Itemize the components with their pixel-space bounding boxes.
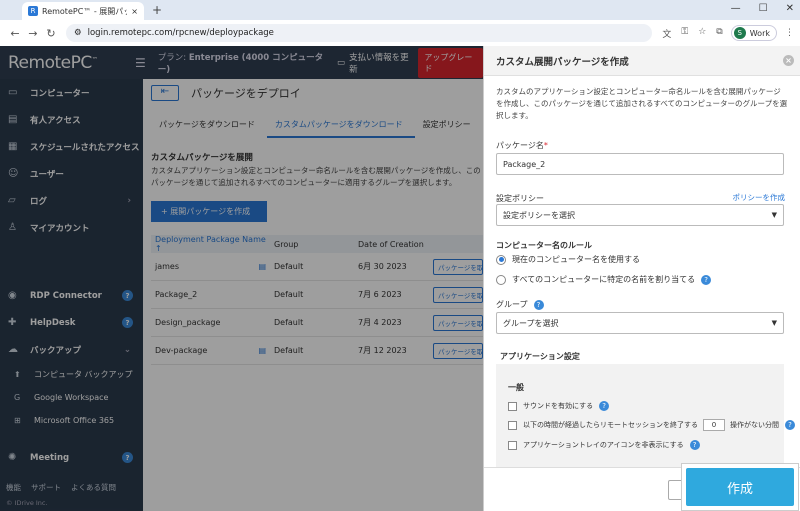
- create-package-panel: カスタム展開パッケージを作成 × カスタムのアプリケーション設定とコンピューター…: [483, 46, 800, 511]
- naming-rule-label: コンピューター名のルール: [496, 241, 592, 250]
- remotepc-favicon-icon: R: [28, 6, 38, 16]
- radio-label: すべてのコンピューターに特定の名前を割り当てる: [512, 275, 696, 284]
- help-icon[interactable]: ?: [689, 440, 700, 450]
- minimize-icon[interactable]: —: [731, 3, 741, 14]
- radio-selected: [496, 254, 506, 265]
- reload-icon[interactable]: ↻: [42, 27, 60, 40]
- general-heading: 一般: [508, 383, 524, 392]
- radio-current-name[interactable]: 現在のコンピューター名を使用する: [496, 254, 640, 265]
- policy-select[interactable]: 設定ポリシーを選択 ▼: [496, 204, 784, 226]
- dropdown-arrow-icon: ▼: [771, 211, 777, 219]
- timeout-minutes-input[interactable]: 0: [703, 419, 725, 431]
- radio-unselected: [496, 274, 506, 285]
- panel-description: カスタムのアプリケーション設定とコンピューター命名ルールを含む展開パッケージを作…: [496, 87, 788, 120]
- panel-title: カスタム展開パッケージを作成: [496, 56, 629, 68]
- tab-title: RemotePC™ - 展開パッケージ: [42, 6, 128, 16]
- address-icons: 文 ⚿ ☆ ⧉: [662, 27, 722, 40]
- help-icon[interactable]: ?: [533, 300, 544, 310]
- checkbox-label: 以下の時間が経過したらリモートセッションを終了する: [523, 421, 698, 429]
- group-select[interactable]: グループを選択 ▼: [496, 312, 784, 334]
- url-path: /rpcnew/deploypackage: [172, 28, 274, 38]
- browser-menu-icon[interactable]: ⋮: [785, 28, 794, 38]
- site-info-icon[interactable]: ⚙: [74, 28, 82, 38]
- profile-label: Work: [749, 28, 770, 38]
- app-settings-box: 一般 サウンドを有効にする? 以下の時間が経過したらリモートセッションを終了する…: [496, 364, 795, 470]
- checkbox-box: [508, 420, 517, 430]
- modal-backdrop[interactable]: [0, 46, 483, 511]
- dropdown-arrow-icon: ▼: [771, 319, 777, 327]
- translate-icon[interactable]: 文: [662, 27, 671, 40]
- new-tab-button[interactable]: +: [152, 3, 162, 17]
- checkbox-label: サウンドを有効にする: [523, 402, 594, 410]
- help-icon[interactable]: ?: [599, 401, 610, 411]
- checkbox-box: [508, 440, 517, 450]
- group-label-text: グループ: [496, 300, 528, 309]
- maximize-icon[interactable]: ☐: [759, 3, 768, 14]
- app-settings-label: アプリケーション設定: [500, 352, 580, 361]
- close-window-icon[interactable]: ✕: [786, 3, 794, 14]
- url-field[interactable]: ⚙ login.remotepc.com/rpcnew/deploypackag…: [66, 24, 653, 42]
- panel-header: カスタム展開パッケージを作成 ×: [484, 46, 800, 76]
- help-icon[interactable]: ?: [785, 420, 795, 430]
- profile-button[interactable]: S Work: [730, 25, 777, 41]
- tray-icon-checkbox[interactable]: アプリケーショントレイのアイコンを非表示にする?: [508, 440, 700, 450]
- url-host: login.remotepc.com: [87, 28, 173, 38]
- radio-specific-name[interactable]: すべてのコンピューターに特定の名前を割り当てる?: [496, 274, 712, 285]
- create-button-frame: 作成: [681, 463, 799, 511]
- browser-tab[interactable]: R RemotePC™ - 展開パッケージ ×: [22, 2, 144, 20]
- package-name-label: パッケージ名*: [496, 141, 548, 150]
- group-label: グループ?: [496, 299, 544, 310]
- back-icon[interactable]: ←: [6, 27, 24, 40]
- policy-label: 設定ポリシー: [496, 194, 544, 203]
- group-select-value: グループを選択: [503, 318, 559, 328]
- policy-select-value: 設定ポリシーを選択: [503, 210, 575, 220]
- help-icon[interactable]: ?: [701, 274, 712, 285]
- checkbox-label: アプリケーショントレイのアイコンを非表示にする: [523, 441, 684, 449]
- package-name-input[interactable]: Package_2: [496, 153, 784, 175]
- checkbox-box: [508, 401, 517, 411]
- password-key-icon[interactable]: ⚿: [681, 27, 688, 40]
- address-bar-row: ← → ↻ ⚙ login.remotepc.com/rpcnew/deploy…: [0, 20, 800, 46]
- browser-chrome: R RemotePC™ - 展開パッケージ × + — ☐ ✕ ← → ↻ ⚙ …: [0, 0, 800, 46]
- bookmark-star-icon[interactable]: ☆: [698, 27, 706, 40]
- radio-label: 現在のコンピューター名を使用する: [512, 255, 640, 264]
- create-button[interactable]: 作成: [686, 468, 794, 506]
- timeout-checkbox[interactable]: 以下の時間が経過したらリモートセッションを終了する 0 操作がない分間?: [508, 419, 795, 431]
- close-icon[interactable]: ×: [783, 55, 794, 66]
- timeout-suffix: 操作がない分間: [730, 421, 779, 429]
- panel-footer: 作成: [484, 463, 800, 511]
- extensions-icon[interactable]: ⧉: [716, 27, 722, 40]
- create-policy-link[interactable]: ポリシーを作成: [733, 192, 786, 203]
- avatar: S: [733, 27, 746, 39]
- forward-icon[interactable]: →: [24, 27, 42, 40]
- close-tab-icon[interactable]: ×: [131, 7, 138, 16]
- tab-strip: R RemotePC™ - 展開パッケージ × + — ☐ ✕: [0, 0, 800, 20]
- window-controls: — ☐ ✕: [731, 3, 794, 14]
- package-name-label-text: パッケージ名: [496, 141, 544, 150]
- sound-checkbox[interactable]: サウンドを有効にする?: [508, 401, 610, 411]
